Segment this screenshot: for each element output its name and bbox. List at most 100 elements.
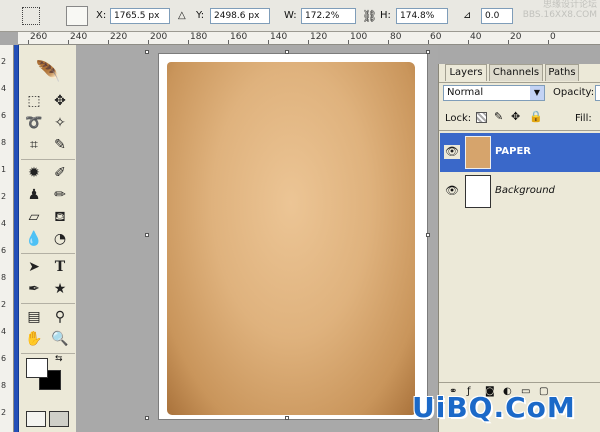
history-brush-icon[interactable]: ✏ (49, 185, 71, 205)
move-tool-icon[interactable]: ✥ (49, 91, 71, 111)
transform-handle[interactable] (145, 50, 149, 54)
foreground-color-swatch[interactable] (26, 358, 48, 378)
lock-transparency-icon[interactable] (476, 112, 487, 123)
ruler-tick-label: 20 (510, 32, 522, 42)
ruler-tick-label: 60 (430, 32, 442, 42)
quick-mask-icon[interactable] (26, 411, 46, 427)
eyedropper-icon[interactable]: ⚲ (49, 307, 71, 327)
ruler-tick-label: 0 (550, 32, 556, 42)
ruler-tick (268, 40, 269, 44)
ruler-tick (428, 40, 429, 44)
transform-handle[interactable] (145, 233, 149, 237)
crop-tool-icon[interactable]: ⌗ (23, 135, 45, 155)
opacity-field[interactable] (595, 85, 600, 101)
lock-all-icon[interactable]: 🔒 (529, 110, 543, 123)
watermark-logo: UiBQ.CoM (412, 391, 576, 424)
ruler-tick (188, 40, 189, 44)
vruler-tick-label: 2 (1, 192, 7, 201)
watermark-top-text: 思缘设计论坛 (542, 0, 597, 10)
type-tool-icon[interactable]: T (49, 257, 71, 277)
ruler-tick (308, 40, 309, 44)
tab-channels[interactable]: Channels (489, 64, 543, 81)
shape-tool-icon[interactable]: ★ (49, 279, 71, 299)
ruler-tick (28, 40, 29, 44)
ruler-tick-label: 160 (230, 32, 248, 42)
blend-mode-select[interactable]: Normal ▼ (443, 85, 545, 101)
transform-handle[interactable] (426, 233, 430, 237)
feather-logo-icon: 🪶 (35, 59, 61, 83)
ruler-tick (468, 40, 469, 44)
angle-icon[interactable]: ⊿ (463, 9, 471, 23)
layer-name[interactable]: Background (495, 184, 555, 198)
transform-handle[interactable] (145, 416, 149, 420)
reference-point-icon[interactable] (66, 6, 88, 26)
delta-icon[interactable]: △ (178, 9, 186, 23)
blur-tool-icon[interactable]: 💧 (23, 229, 45, 249)
vruler-tick-label: 2 (1, 300, 7, 309)
quick-mask-mode-icon[interactable] (49, 411, 69, 427)
stamp-tool-icon[interactable]: ♟ (23, 185, 45, 205)
vruler-tick-label: 6 (1, 354, 7, 363)
hand-tool-icon[interactable]: ✋ (23, 329, 45, 349)
watermark-top-url: BBS.16XX8.COM (522, 10, 597, 20)
lock-position-icon[interactable]: ✥ (511, 110, 520, 123)
visibility-eye-icon[interactable]: 👁 (444, 145, 460, 159)
path-selection-icon[interactable]: ➤ (23, 257, 45, 277)
ruler-tick-label: 140 (270, 32, 288, 42)
paint-bucket-icon[interactable]: ⛾ (49, 207, 71, 227)
y-label: Y: (196, 10, 205, 21)
swap-colors-icon[interactable]: ⇆ (55, 354, 63, 364)
ruler-tick-label: 80 (390, 32, 402, 42)
pen-tool-icon[interactable]: ✒ (23, 279, 45, 299)
link-icon[interactable]: ⛓ (362, 9, 377, 23)
x-field[interactable]: 1765.5 px (110, 8, 170, 24)
transform-handle[interactable] (285, 416, 289, 420)
eraser-tool-icon[interactable]: ▱ (23, 207, 45, 227)
magic-wand-icon[interactable]: ✧ (49, 113, 71, 133)
tab-layers[interactable]: Layers (445, 64, 487, 81)
layer-name[interactable]: PAPER (495, 145, 531, 159)
slice-tool-icon[interactable]: ✎ (49, 135, 71, 155)
h-label: H: (380, 10, 391, 21)
ruler-tick (388, 40, 389, 44)
marquee-tool-icon[interactable]: ⬚ (23, 91, 45, 111)
toolbox-inner: 🪶 ⬚ ✥ ➰ ✧ ⌗ ✎ ✹ ✐ ♟ ✏ ▱ ⛾ 💧 ◔ ➤ T ✒ ★ ▤ … (18, 45, 76, 432)
ruler-tick (68, 40, 69, 44)
vruler-tick-label: 4 (1, 84, 7, 93)
lock-label: Lock: (445, 113, 472, 124)
ruler-tick-label: 220 (110, 32, 128, 42)
toolbox-divider (21, 159, 75, 160)
paper-image[interactable] (167, 62, 415, 415)
lock-pixels-icon[interactable]: ✎ (494, 110, 503, 123)
w-field[interactable]: 172.2% (301, 8, 356, 24)
layer-thumbnail (465, 136, 491, 169)
w-label: W: (284, 10, 297, 21)
layer-row-background[interactable]: 👁 Background (440, 172, 600, 210)
chevron-down-icon[interactable]: ▼ (530, 86, 544, 100)
y-field[interactable]: 2498.6 px (210, 8, 270, 24)
ruler-tick-label: 40 (470, 32, 482, 42)
layer-row-paper[interactable]: 👁 PAPER (440, 133, 600, 172)
move-tool-icon[interactable] (22, 7, 40, 25)
transform-handle[interactable] (285, 50, 289, 54)
ruler-tick (148, 40, 149, 44)
notes-tool-icon[interactable]: ▤ (23, 307, 45, 327)
brush-tool-icon[interactable]: ✐ (49, 163, 71, 183)
h-field[interactable]: 174.8% (396, 8, 448, 24)
vertical-ruler: 2 4 6 8 1 2 4 6 8 2 4 6 8 2 (0, 45, 14, 432)
zoom-tool-icon[interactable]: 🔍 (49, 329, 71, 349)
transform-handle[interactable] (426, 50, 430, 54)
dodge-tool-icon[interactable]: ◔ (49, 229, 71, 249)
visibility-eye-icon[interactable]: 👁 (444, 184, 460, 198)
opacity-label: Opacity: (553, 87, 595, 98)
options-bar: X: 1765.5 px △ Y: 2498.6 px W: 172.2% ⛓ … (0, 0, 600, 32)
ruler-tick (228, 40, 229, 44)
healing-brush-icon[interactable]: ✹ (23, 163, 45, 183)
layer-thumbnail (465, 175, 491, 208)
vruler-tick-label: 2 (1, 57, 7, 66)
blend-mode-value: Normal (447, 87, 484, 98)
lasso-tool-icon[interactable]: ➰ (23, 113, 45, 133)
tab-paths[interactable]: Paths (545, 64, 579, 81)
toolbox-divider (21, 253, 75, 254)
toolbox-divider (21, 303, 75, 304)
